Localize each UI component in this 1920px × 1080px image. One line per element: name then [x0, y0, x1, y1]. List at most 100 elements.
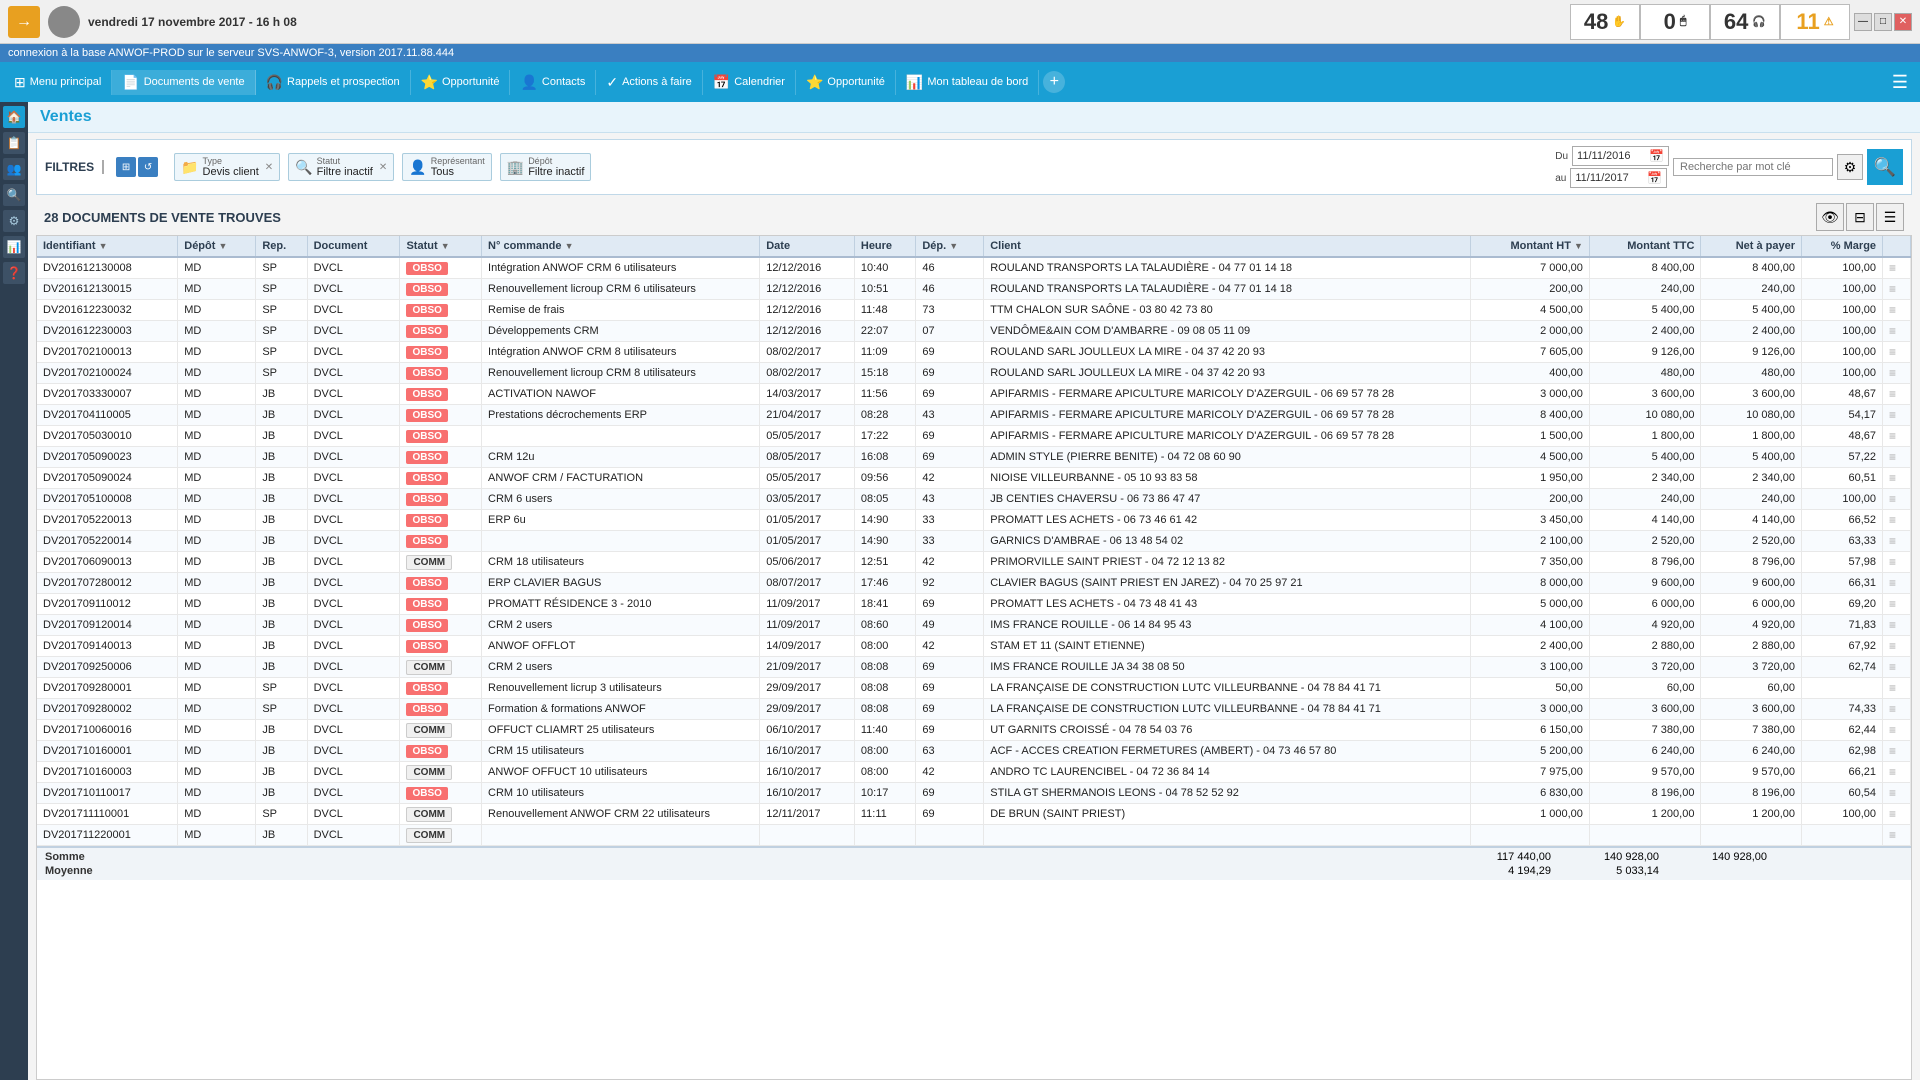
table-row[interactable]: DV201710110017 MD JB DVCL OBSO CRM 10 ut… [37, 783, 1911, 804]
cell-menu[interactable]: ≡ [1883, 405, 1911, 426]
row-menu-icon[interactable]: ≡ [1889, 345, 1896, 359]
row-menu-icon[interactable]: ≡ [1889, 765, 1896, 779]
table-row[interactable]: DV201709280002 MD SP DVCL OBSO Formation… [37, 699, 1911, 720]
cell-menu[interactable]: ≡ [1883, 741, 1911, 762]
maximize-button[interactable]: □ [1874, 13, 1892, 31]
nav-opportunite-1[interactable]: ⭐ Opportunité [411, 70, 511, 95]
minimize-button[interactable]: — [1854, 13, 1872, 31]
table-row[interactable]: DV201709110012 MD JB DVCL OBSO PROMATT R… [37, 594, 1911, 615]
cell-menu[interactable]: ≡ [1883, 257, 1911, 279]
filter-grid-button[interactable]: ⊞ [116, 157, 136, 177]
table-row[interactable]: DV201612230032 MD SP DVCL OBSO Remise de… [37, 300, 1911, 321]
row-menu-icon[interactable]: ≡ [1889, 471, 1896, 485]
table-row[interactable]: DV201702100024 MD SP DVCL OBSO Renouvell… [37, 363, 1911, 384]
row-menu-icon[interactable]: ≡ [1889, 807, 1896, 821]
cell-menu[interactable]: ≡ [1883, 573, 1911, 594]
counter-4[interactable]: 11 ⚠ [1780, 4, 1850, 40]
row-menu-icon[interactable]: ≡ [1889, 723, 1896, 737]
row-menu-icon[interactable]: ≡ [1889, 534, 1896, 548]
nav-actions[interactable]: ✓ Actions à faire [596, 70, 702, 95]
filter-chip-depot[interactable]: 🏢 Dépôt Filtre inactif [500, 153, 592, 181]
cell-menu[interactable]: ≡ [1883, 447, 1911, 468]
cell-menu[interactable]: ≡ [1883, 720, 1911, 741]
sidebar-icon-home[interactable]: 🏠 [3, 106, 25, 128]
filter-refresh-button[interactable]: ↺ [138, 157, 158, 177]
col-marge[interactable]: % Marge [1802, 236, 1883, 257]
row-menu-icon[interactable]: ≡ [1889, 387, 1896, 401]
table-row[interactable]: DV201711110001 MD SP DVCL COMM Renouvell… [37, 804, 1911, 825]
cell-menu[interactable]: ≡ [1883, 783, 1911, 804]
table-row[interactable]: DV201709280001 MD SP DVCL OBSO Renouvell… [37, 678, 1911, 699]
search-input[interactable] [1673, 158, 1833, 176]
row-menu-icon[interactable]: ≡ [1889, 576, 1896, 590]
row-menu-icon[interactable]: ≡ [1889, 303, 1896, 317]
col-date[interactable]: Date [760, 236, 855, 257]
col-dep[interactable]: Dép. ▼ [916, 236, 984, 257]
table-row[interactable]: DV201710160001 MD JB DVCL OBSO CRM 15 ut… [37, 741, 1911, 762]
counter-3[interactable]: 64 🎧 [1710, 4, 1780, 40]
col-client[interactable]: Client [984, 236, 1471, 257]
calendar-du-icon[interactable]: 📅 [1649, 149, 1664, 163]
col-montant-ht[interactable]: Montant HT ▼ [1471, 236, 1590, 257]
cell-menu[interactable]: ≡ [1883, 699, 1911, 720]
col-document[interactable]: Document [307, 236, 400, 257]
col-depot[interactable]: Dépôt ▼ [178, 236, 256, 257]
row-menu-icon[interactable]: ≡ [1889, 492, 1896, 506]
col-net-payer[interactable]: Net à payer [1701, 236, 1802, 257]
row-menu-icon[interactable]: ≡ [1889, 366, 1896, 380]
counter-1[interactable]: 48 ✋ [1570, 4, 1640, 40]
cell-menu[interactable]: ≡ [1883, 384, 1911, 405]
cell-menu[interactable]: ≡ [1883, 762, 1911, 783]
row-menu-icon[interactable]: ≡ [1889, 282, 1896, 296]
nav-add-button[interactable]: + [1043, 71, 1065, 93]
row-menu-icon[interactable]: ≡ [1889, 261, 1896, 275]
table-row[interactable]: DV201704110005 MD JB DVCL OBSO Prestatio… [37, 405, 1911, 426]
sidebar-icon-docs[interactable]: 📋 [3, 132, 25, 154]
sidebar-icon-chart[interactable]: 📊 [3, 236, 25, 258]
table-row[interactable]: DV201706090013 MD JB DVCL COMM CRM 18 ut… [37, 552, 1911, 573]
cell-menu[interactable]: ≡ [1883, 510, 1911, 531]
view-eye-button[interactable]: 👁 [1816, 203, 1844, 231]
table-row[interactable]: DV201709140013 MD JB DVCL OBSO ANWOF OFF… [37, 636, 1911, 657]
row-menu-icon[interactable]: ≡ [1889, 513, 1896, 527]
col-rep[interactable]: Rep. [256, 236, 307, 257]
col-montant-ttc[interactable]: Montant TTC [1589, 236, 1701, 257]
search-button[interactable]: 🔍 [1867, 149, 1903, 185]
filter-chip-statut[interactable]: 🔍 Statut Filtre inactif ✕ [288, 153, 394, 181]
filter-chip-representant[interactable]: 👤 Représentant Tous [402, 153, 491, 181]
row-menu-icon[interactable]: ≡ [1889, 597, 1896, 611]
sidebar-icon-settings[interactable]: ⚙ [3, 210, 25, 232]
table-row[interactable]: DV201612230003 MD SP DVCL OBSO Développe… [37, 321, 1911, 342]
calendar-au-icon[interactable]: 📅 [1647, 171, 1662, 185]
row-menu-icon[interactable]: ≡ [1889, 660, 1896, 674]
col-identifiant[interactable]: Identifiant ▼ [37, 236, 178, 257]
cell-menu[interactable]: ≡ [1883, 426, 1911, 447]
table-row[interactable]: DV201702100013 MD SP DVCL OBSO Intégrati… [37, 342, 1911, 363]
cell-menu[interactable]: ≡ [1883, 636, 1911, 657]
table-row[interactable]: DV201705090024 MD JB DVCL OBSO ANWOF CRM… [37, 468, 1911, 489]
row-menu-icon[interactable]: ≡ [1889, 786, 1896, 800]
cell-menu[interactable]: ≡ [1883, 615, 1911, 636]
col-statut[interactable]: Statut ▼ [400, 236, 482, 257]
col-commande[interactable]: N° commande ▼ [482, 236, 760, 257]
nav-contacts[interactable]: 👤 Contacts [510, 70, 596, 95]
col-heure[interactable]: Heure [854, 236, 915, 257]
cell-menu[interactable]: ≡ [1883, 468, 1911, 489]
table-row[interactable]: DV201709250006 MD JB DVCL COMM CRM 2 use… [37, 657, 1911, 678]
row-menu-icon[interactable]: ≡ [1889, 324, 1896, 338]
documents-table-wrapper[interactable]: Identifiant ▼ Dépôt ▼ Rep. Document Stat… [36, 235, 1912, 1080]
nav-calendrier[interactable]: 📅 Calendrier [703, 70, 796, 95]
table-row[interactable]: DV201612130008 MD SP DVCL OBSO Intégrati… [37, 257, 1911, 279]
row-menu-icon[interactable]: ≡ [1889, 450, 1896, 464]
sidebar-icon-help[interactable]: ❓ [3, 262, 25, 284]
cell-menu[interactable]: ≡ [1883, 531, 1911, 552]
row-menu-icon[interactable]: ≡ [1889, 555, 1896, 569]
table-row[interactable]: DV201705220013 MD JB DVCL OBSO ERP 6u 01… [37, 510, 1911, 531]
row-menu-icon[interactable]: ≡ [1889, 618, 1896, 632]
filter-statut-remove[interactable]: ✕ [379, 162, 387, 173]
nav-sidebar-toggle[interactable]: ☰ [1884, 72, 1916, 93]
cell-menu[interactable]: ≡ [1883, 657, 1911, 678]
cell-menu[interactable]: ≡ [1883, 804, 1911, 825]
cell-menu[interactable]: ≡ [1883, 300, 1911, 321]
row-menu-icon[interactable]: ≡ [1889, 828, 1896, 842]
